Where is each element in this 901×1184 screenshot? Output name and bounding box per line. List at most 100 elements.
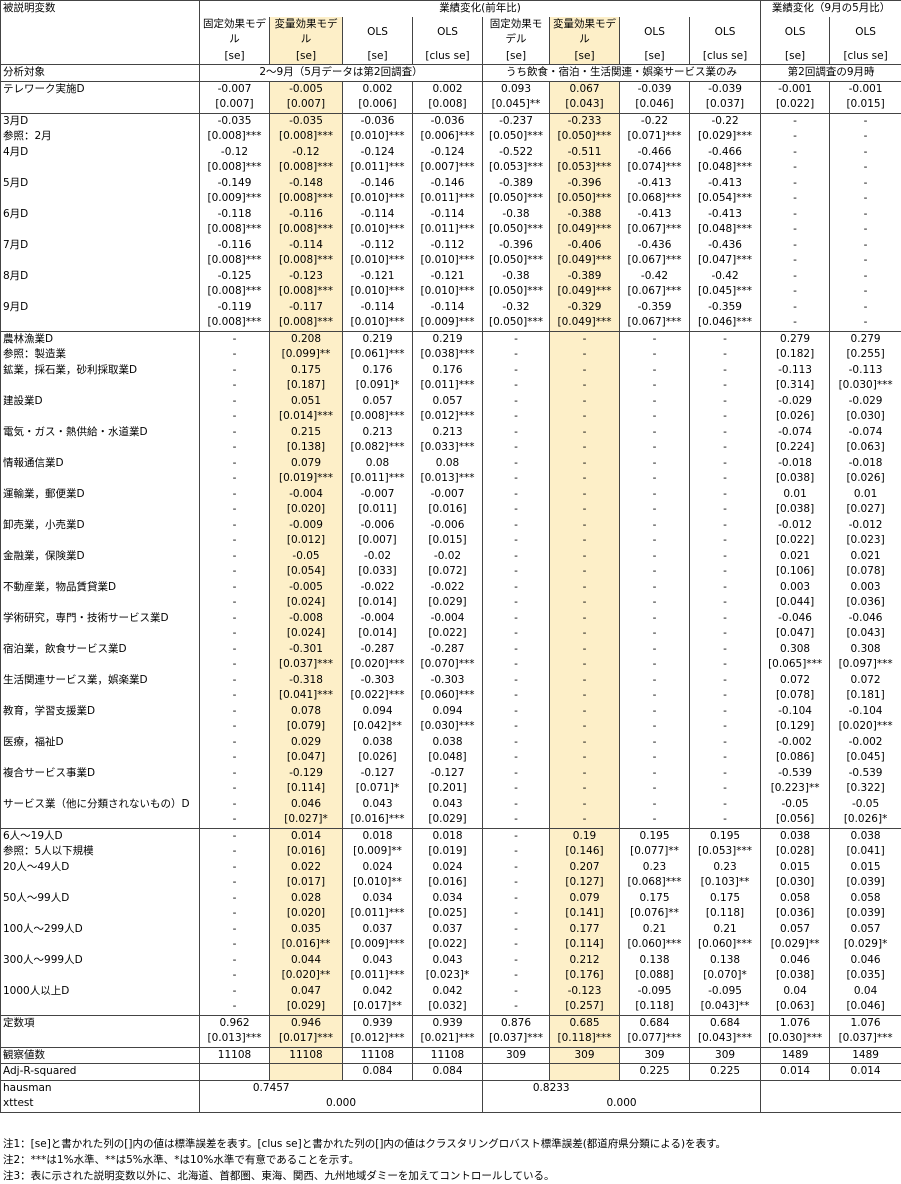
table-cell: -0.124 (413, 145, 483, 161)
table-cell: [0.060]*** (413, 688, 483, 704)
table-cell: - (200, 331, 270, 347)
table-row: 8月D-0.125-0.123-0.121-0.121-0.38-0.389-0… (1, 269, 901, 285)
table-row: 4月D-0.12-0.12-0.124-0.124-0.522-0.511-0.… (1, 145, 901, 161)
table-cell: 0.225 (620, 1064, 690, 1081)
table-cell: - (620, 626, 690, 642)
table-cell: 0.035 (270, 922, 343, 938)
table-cell: -0.522 (483, 145, 550, 161)
table-cell: - (200, 347, 270, 363)
table-cell: - (200, 688, 270, 704)
table-cell: [0.076]** (620, 906, 690, 922)
table-cell: [0.008] (413, 97, 483, 113)
table-row: 生活関連サービス業，娯楽業D--0.318-0.303-0.303----0.0… (1, 673, 901, 689)
table-row: -[0.017][0.010]**[0.016]-[0.127][0.068]*… (1, 875, 901, 891)
table-cell: - (200, 984, 270, 1000)
table-cell: - (620, 502, 690, 518)
table-cell: - (550, 735, 620, 751)
table-cell: -0.436 (620, 238, 690, 254)
table-cell: [0.009]** (343, 844, 413, 860)
table-cell: -0.539 (761, 766, 830, 782)
table-cell: - (620, 781, 690, 797)
table-cell: [0.103]** (690, 875, 761, 891)
row-label: テレワーク実施D (1, 81, 200, 97)
table-cell: [0.048]*** (690, 160, 761, 176)
table-cell: [0.314] (761, 378, 830, 394)
table-cell: [0.020]** (270, 968, 343, 984)
sample-a: 2～9月（5月データは第2回調査） (200, 65, 483, 82)
table-cell: [0.043]** (690, 999, 761, 1015)
table-cell: [0.048] (413, 750, 483, 766)
table-body: テレワーク実施D-0.007-0.0050.0020.0020.0930.067… (1, 81, 901, 1080)
table-cell: 0.024 (413, 860, 483, 876)
table-cell: 0.043 (343, 797, 413, 813)
table-cell: -0.12 (200, 145, 270, 161)
table-cell: -0.114 (343, 207, 413, 223)
table-cell: [0.045]** (483, 97, 550, 113)
table-cell: 0.176 (413, 363, 483, 379)
table-cell: - (483, 704, 550, 720)
table-cell: 0.04 (830, 984, 901, 1000)
table-cell: [0.013]*** (200, 1031, 270, 1047)
table-cell: - (761, 176, 830, 192)
table-cell: [0.068]*** (620, 875, 690, 891)
row-label: 9月D (1, 300, 200, 316)
table-cell: 0.018 (413, 828, 483, 844)
table-cell: [0.028] (761, 844, 830, 860)
row-label: 医療，福祉D (1, 735, 200, 751)
table-cell: -0.008 (270, 611, 343, 627)
table-cell: [0.017] (270, 875, 343, 891)
table-cell: - (690, 626, 761, 642)
table-cell: [0.129] (761, 719, 830, 735)
row-label (1, 937, 200, 953)
table-cell: - (830, 129, 901, 145)
table-cell: - (690, 657, 761, 673)
table-cell: -0.146 (413, 176, 483, 192)
table-cell: - (550, 564, 620, 580)
table-cell: -0.009 (270, 518, 343, 534)
table-cell: 0.079 (550, 891, 620, 907)
col-head-6: 変量効果モデル (550, 17, 620, 49)
table-cell: -0.359 (690, 300, 761, 316)
table-cell: 0.014 (830, 1064, 901, 1081)
table-cell: [0.008]*** (200, 315, 270, 331)
table-cell: [0.118] (620, 999, 690, 1015)
table-cell: - (550, 533, 620, 549)
table-cell: [0.038] (761, 502, 830, 518)
table-cell: - (483, 673, 550, 689)
row-label: 4月D (1, 145, 200, 161)
row-label: 観察値数 (1, 1047, 200, 1064)
table-cell: 11108 (343, 1047, 413, 1064)
table-cell: - (830, 315, 901, 331)
table-cell: [0.026]* (830, 812, 901, 828)
table-cell: 0.177 (550, 922, 620, 938)
table-cell: 0.212 (550, 953, 620, 969)
table-cell: -0.127 (343, 766, 413, 782)
table-cell: - (620, 688, 690, 704)
row-label: 3月D (1, 113, 200, 129)
table-cell: 0.042 (343, 984, 413, 1000)
table-row: 9月D-0.119-0.117-0.114-0.114-0.32-0.329-0… (1, 300, 901, 316)
table-cell: - (550, 502, 620, 518)
table-cell: - (200, 999, 270, 1015)
table-cell: -0.237 (483, 113, 550, 129)
table-cell: - (200, 953, 270, 969)
table-cell: 0.04 (761, 984, 830, 1000)
table-row: 5月D-0.149-0.148-0.146-0.146-0.389-0.396-… (1, 176, 901, 192)
table-cell: -0.388 (550, 207, 620, 223)
table-cell: - (483, 766, 550, 782)
table-cell: [0.006] (343, 97, 413, 113)
table-cell: - (483, 471, 550, 487)
table-cell: - (200, 425, 270, 441)
table-cell: [0.012] (270, 533, 343, 549)
table-row: 医療，福祉D-0.0290.0380.038-----0.002-0.002 (1, 735, 901, 751)
table-cell: [0.011]*** (413, 378, 483, 394)
table-cell: 0.962 (200, 1015, 270, 1031)
table-cell: - (200, 595, 270, 611)
table-cell: [0.016] (270, 844, 343, 860)
table-cell: 0.195 (620, 828, 690, 844)
table-cell: -0.146 (343, 176, 413, 192)
table-cell: 0.138 (690, 953, 761, 969)
table-cell: -0.301 (270, 642, 343, 658)
table-cell: [0.050]*** (483, 315, 550, 331)
table-cell: - (483, 378, 550, 394)
